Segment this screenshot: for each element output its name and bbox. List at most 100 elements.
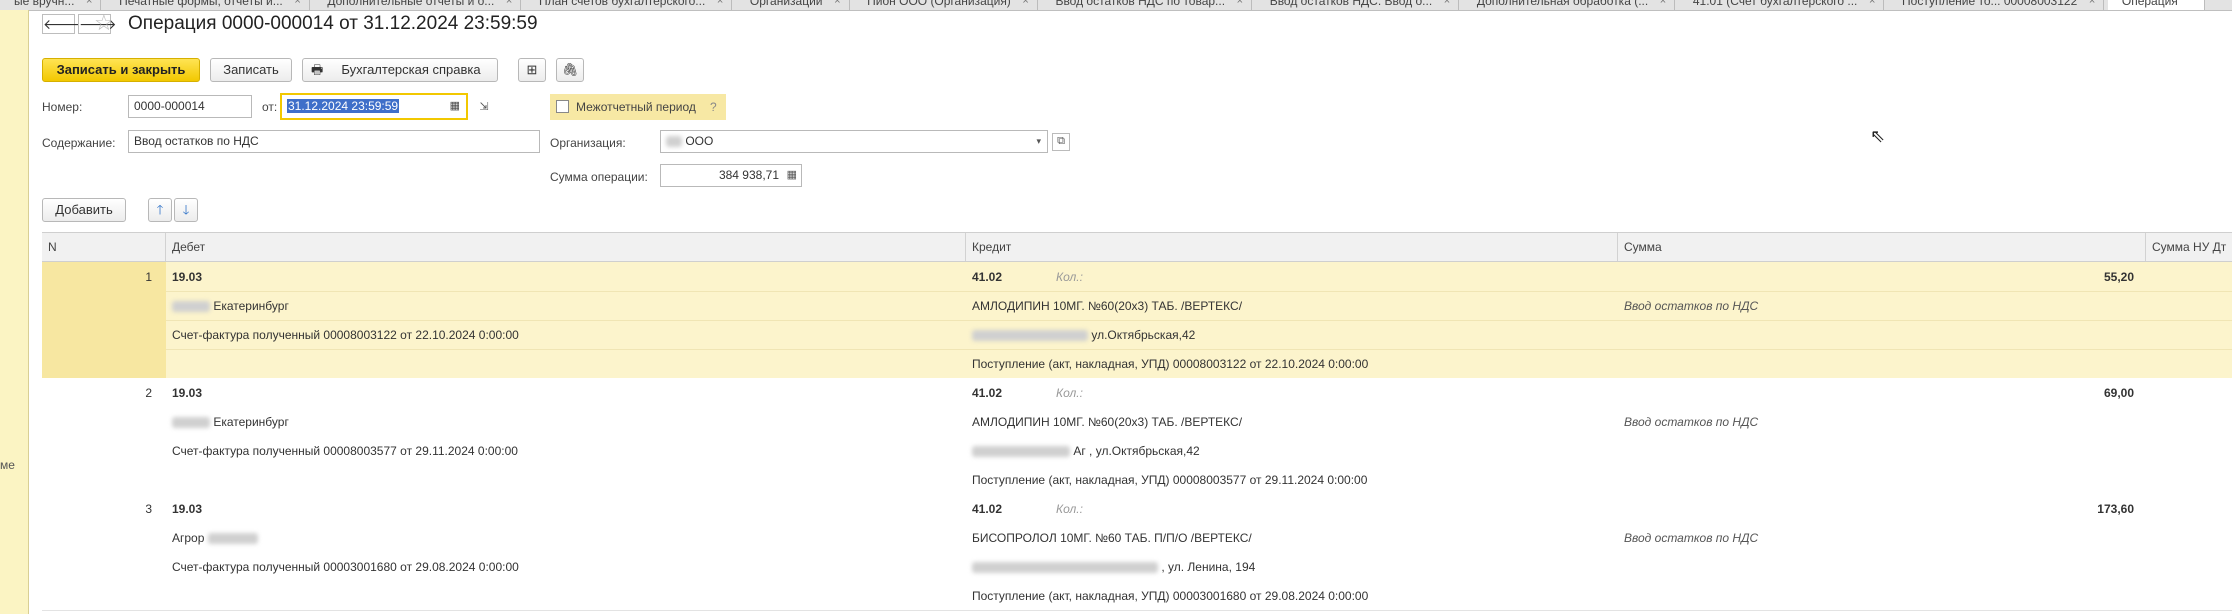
credit-subconto-3[interactable]: Поступление (акт, накладная, УПД) 000080… <box>972 473 1367 487</box>
tab-2[interactable]: Дополнительные отчеты и о... × <box>313 0 522 10</box>
column-header[interactable]: Сумма <box>1618 233 2146 261</box>
table-row[interactable]: 1 19.03 Екатеринбург Счет-фактура получе… <box>42 262 2232 379</box>
amount[interactable]: 173,60 <box>1618 502 2134 516</box>
debit-subconto-1[interactable]: Екатеринбург <box>172 415 289 429</box>
credit-subconto-2[interactable]: , ул. Ленина, 194 <box>972 560 1255 574</box>
printer-icon: 🖶 <box>311 62 324 77</box>
table-row[interactable]: 2 19.03 Екатеринбург Счет-фактура получе… <box>42 378 2232 495</box>
close-icon[interactable]: × <box>717 0 723 7</box>
credit-subconto-3[interactable]: Поступление (акт, накладная, УПД) 000030… <box>972 589 1368 603</box>
credit-subconto-1[interactable]: БИСОПРОЛОЛ 10МГ. №60 ТАБ. П/П/О /ВЕРТЕКС… <box>972 531 1252 545</box>
close-icon[interactable]: × <box>2089 0 2095 7</box>
amount[interactable]: 69,00 <box>1618 386 2134 400</box>
entry-description[interactable]: Ввод остатков по НДС <box>1624 415 1758 429</box>
column-header[interactable]: Сумма НУ Дт <box>2146 233 2232 261</box>
row-separator <box>166 320 2232 321</box>
debit-subconto-1-text: Екатеринбург <box>213 299 289 313</box>
debit-subconto-2[interactable]: Счет-фактура полученный 00003001680 от 2… <box>172 560 519 574</box>
open-icon[interactable]: ⇲ <box>476 100 492 114</box>
move-up-button[interactable]: 🡑 <box>148 198 172 222</box>
sum-field[interactable]: 384 938,71 ▦ <box>660 164 802 187</box>
debit-subconto-1[interactable]: Агрор <box>172 531 258 545</box>
tab-9[interactable]: 41.01 (Счет бухгалтерского ... × <box>1679 0 1885 10</box>
blurred-text <box>172 301 210 313</box>
close-icon[interactable]: × <box>1660 0 1666 7</box>
row-number: 3 <box>145 502 152 516</box>
tab-1[interactable]: Печатные формы, отчеты и... × <box>105 0 310 10</box>
blurred-text <box>172 417 210 429</box>
calendar-icon[interactable]: ▦ <box>450 95 460 118</box>
entry-description[interactable]: Ввод остатков по НДС <box>1624 299 1758 313</box>
tab-8[interactable]: Дополнительная обработка (... × <box>1463 0 1676 10</box>
credit-account[interactable]: 41.02 <box>972 502 1002 516</box>
close-icon[interactable]: × <box>1237 0 1243 7</box>
quantity-label[interactable]: Кол.: <box>1056 386 1083 400</box>
interperiod-checkbox[interactable] <box>556 100 569 113</box>
close-icon[interactable]: × <box>86 0 92 7</box>
tab-10[interactable]: Поступление то... 00008003122 × <box>1888 0 2105 10</box>
organization-label: Организация: <box>550 136 626 150</box>
close-icon[interactable]: × <box>506 0 512 7</box>
tab-11[interactable]: Операция <box>2107 0 2205 10</box>
column-header[interactable]: Дебет <box>166 233 966 261</box>
star-icon[interactable]: ☆ <box>94 12 114 34</box>
number-field[interactable]: 0000-000014 <box>128 95 252 118</box>
quantity-label[interactable]: Кол.: <box>1056 502 1083 516</box>
save-close-button[interactable]: Записать и закрыть <box>42 58 200 82</box>
tab-0[interactable]: ые вручн... × <box>0 0 102 10</box>
blurred-text <box>972 562 1158 574</box>
content-field[interactable]: Ввод остатков по НДС <box>128 130 540 153</box>
date-field[interactable]: 31.12.2024 23:59:59 ▦ <box>280 93 468 120</box>
tab-label: Дополнительные отчеты и о... <box>327 0 495 8</box>
back-button[interactable]: 🡐 <box>42 14 81 34</box>
column-header[interactable]: N <box>42 233 166 261</box>
tab-3[interactable]: План счетов бухгалтерского... × <box>525 0 733 10</box>
debit-subconto-2[interactable]: Счет-фактура полученный 00008003122 от 2… <box>172 328 519 342</box>
debit-account[interactable]: 19.03 <box>172 502 202 516</box>
debit-subconto-1-text: Агрор <box>172 531 205 545</box>
credit-subconto-2[interactable]: ул.Октябрьская,42 <box>972 328 1195 342</box>
row-number: 2 <box>145 386 152 400</box>
credit-subconto-2-text: Аг , ул.Октябрьская,42 <box>1073 444 1200 458</box>
credit-account[interactable]: 41.02 <box>972 270 1002 284</box>
tab-5[interactable]: Пион ООО (Организация) × <box>853 0 1038 10</box>
quantity-label[interactable]: Кол.: <box>1056 270 1083 284</box>
table-row[interactable]: 3 19.03 Агрор Счет-фактура полученный 00… <box>42 494 2232 611</box>
close-icon[interactable]: × <box>834 0 840 7</box>
row-number: 1 <box>145 270 152 284</box>
tab-7[interactable]: Ввод остатков НДС. Ввод о... × <box>1256 0 1460 10</box>
attach-button[interactable]: 🖇 <box>556 58 584 82</box>
close-icon[interactable]: × <box>1022 0 1028 7</box>
debit-subconto-1[interactable]: Екатеринбург <box>172 299 289 313</box>
structure-button[interactable]: ⊞ <box>518 58 546 82</box>
credit-subconto-1[interactable]: АМЛОДИПИН 10МГ. №60(20x3) ТАБ. /ВЕРТЕКС/ <box>972 299 1242 313</box>
debit-account[interactable]: 19.03 <box>172 270 202 284</box>
close-icon[interactable]: × <box>1444 0 1450 7</box>
close-icon[interactable]: × <box>1869 0 1875 7</box>
tab-4[interactable]: Организации × <box>736 0 850 10</box>
calculator-icon[interactable]: ▦ <box>787 165 797 186</box>
entry-description[interactable]: Ввод остатков по НДС <box>1624 531 1758 545</box>
mouse-cursor-icon: ⇖ <box>1870 126 1886 146</box>
credit-subconto-3[interactable]: Поступление (акт, накладная, УПД) 000080… <box>972 357 1368 371</box>
help-icon[interactable]: ? <box>710 100 717 114</box>
credit-account[interactable]: 41.02 <box>972 386 1002 400</box>
tab-6[interactable]: Ввод остатков НДС по товар... × <box>1041 0 1253 10</box>
credit-subconto-2[interactable]: Аг , ул.Октябрьская,42 <box>972 444 1200 458</box>
report-button[interactable]: 🖶 Бухгалтерская справка <box>302 58 498 82</box>
debit-account[interactable]: 19.03 <box>172 386 202 400</box>
credit-subconto-2-text: , ул. Ленина, 194 <box>1161 560 1256 574</box>
chevron-down-icon[interactable]: ▾ <box>1036 131 1041 152</box>
debit-subconto-2[interactable]: Счет-фактура полученный 00008003577 от 2… <box>172 444 518 458</box>
save-button[interactable]: Записать <box>210 58 292 82</box>
interperiod-box[interactable]: Межотчетный период ? <box>550 94 726 120</box>
add-button[interactable]: Добавить <box>42 198 126 222</box>
credit-subconto-1[interactable]: АМЛОДИПИН 10МГ. №60(20x3) ТАБ. /ВЕРТЕКС/ <box>972 415 1242 429</box>
close-icon[interactable]: × <box>294 0 300 7</box>
amount[interactable]: 55,20 <box>1618 270 2134 284</box>
open-organization-icon[interactable]: ⧉ <box>1052 133 1070 151</box>
column-header[interactable]: Кредит <box>966 233 1618 261</box>
move-down-button[interactable]: 🡓 <box>174 198 198 222</box>
organization-field[interactable]: ООО ▾ <box>660 130 1048 153</box>
organization-value: ООО <box>685 134 714 148</box>
